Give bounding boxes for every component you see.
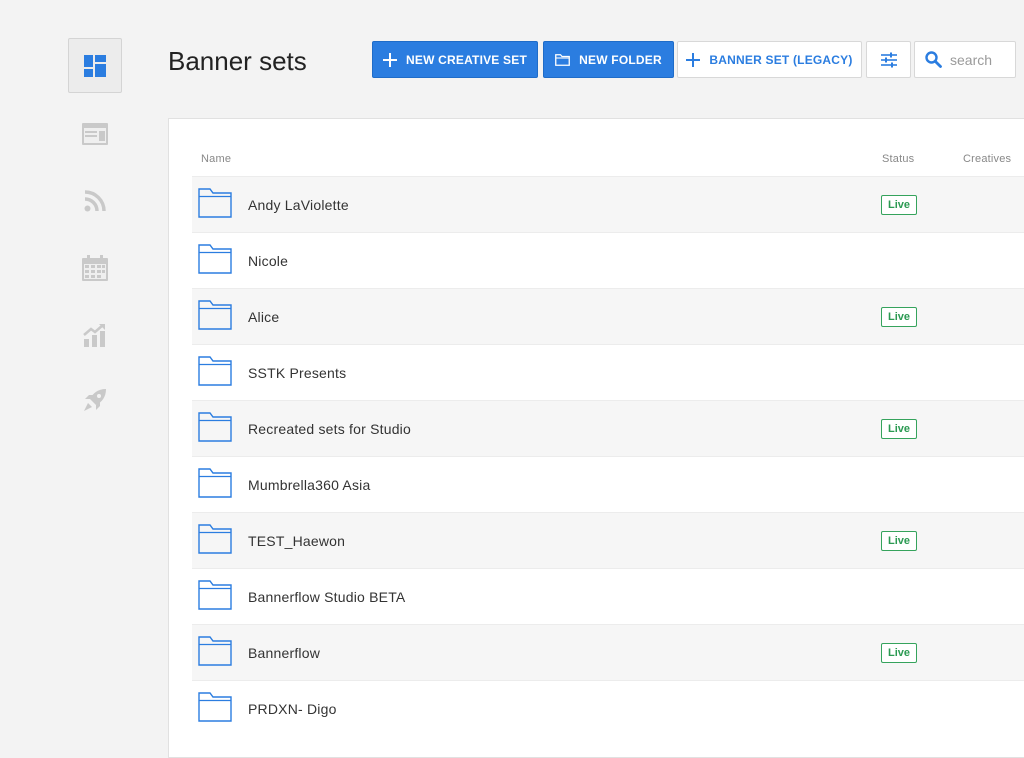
banner-set-legacy-button[interactable]: BANNER SET (LEGACY) — [677, 41, 862, 78]
plus-icon — [383, 52, 397, 67]
row-name: Nicole — [248, 252, 289, 269]
plus-icon — [686, 52, 701, 67]
sidebar-item-schedule[interactable] — [68, 240, 122, 295]
search-input[interactable] — [950, 51, 1014, 68]
analytics-icon — [83, 323, 105, 347]
folder-icon — [198, 692, 232, 722]
status-badge: Live — [881, 530, 918, 551]
column-header-creatives[interactable]: Creatives — [963, 153, 1011, 165]
calendar-icon — [82, 254, 108, 281]
table-row[interactable]: Bannerflow Studio BETA — [192, 568, 1024, 624]
sidebar-item-feeds[interactable] — [68, 173, 122, 228]
folder-icon — [198, 468, 232, 498]
column-header-status[interactable]: Status — [882, 153, 914, 165]
table-row[interactable]: PRDXN- Digo — [192, 680, 1024, 736]
table-row[interactable]: Mumbrella360 Asia — [192, 456, 1024, 512]
row-name: Mumbrella360 Asia — [248, 476, 371, 493]
new-folder-label: NEW FOLDER — [579, 52, 662, 67]
folder-icon — [198, 524, 232, 554]
search-box — [914, 41, 1016, 78]
row-name: TEST_Haewon — [248, 532, 346, 549]
table-row[interactable]: Bannerflow Live — [192, 624, 1024, 680]
column-header-name[interactable]: Name — [201, 153, 231, 165]
folder-icon — [555, 53, 571, 66]
sidebar-item-analytics[interactable] — [68, 307, 122, 362]
new-creative-set-label: NEW CREATIVE SET — [406, 52, 527, 67]
rss-feed-icon — [84, 189, 106, 211]
rocket-icon — [84, 388, 106, 411]
sliders-icon — [880, 52, 897, 67]
banner-sets-table: Name Status Creatives Andy LaViolette Li… — [168, 118, 1024, 758]
table-row[interactable]: TEST_Haewon Live — [192, 512, 1024, 568]
table-row[interactable]: Andy LaViolette Live — [192, 176, 1024, 232]
sidebar-item-publish[interactable] — [68, 372, 122, 427]
page-title: Banner sets — [168, 46, 307, 76]
row-name: Bannerflow Studio BETA — [248, 588, 406, 605]
layout-icon — [82, 122, 108, 145]
folder-icon — [198, 300, 232, 330]
folder-icon — [198, 636, 232, 666]
sidebar-item-layouts[interactable] — [68, 106, 122, 161]
row-name: PRDXN- Digo — [248, 700, 337, 717]
search-icon — [925, 51, 942, 68]
filter-button[interactable] — [866, 41, 911, 78]
row-name: Alice — [248, 308, 280, 325]
banner-set-legacy-label: BANNER SET (LEGACY) — [709, 52, 853, 67]
new-folder-button[interactable]: NEW FOLDER — [543, 41, 674, 78]
sidebar-item-dashboard[interactable] — [68, 38, 122, 93]
row-name: Recreated sets for Studio — [248, 420, 411, 437]
sidebar — [0, 0, 190, 740]
status-badge: Live — [881, 418, 918, 439]
status-badge: Live — [881, 194, 918, 215]
table-row[interactable]: Alice Live — [192, 288, 1024, 344]
dashboard-icon — [84, 54, 106, 77]
row-name: Andy LaViolette — [248, 196, 349, 213]
folder-icon — [198, 244, 232, 274]
table-row[interactable]: Nicole — [192, 232, 1024, 288]
folder-icon — [198, 356, 232, 386]
new-creative-set-button[interactable]: NEW CREATIVE SET — [372, 41, 538, 78]
table-row[interactable]: SSTK Presents — [192, 344, 1024, 400]
folder-icon — [198, 580, 232, 610]
row-name: Bannerflow — [248, 644, 321, 661]
status-badge: Live — [881, 306, 918, 327]
table-row[interactable]: Recreated sets for Studio Live — [192, 400, 1024, 456]
folder-icon — [198, 412, 232, 442]
status-badge: Live — [881, 642, 918, 663]
row-name: SSTK Presents — [248, 364, 347, 381]
folder-icon — [198, 188, 232, 218]
